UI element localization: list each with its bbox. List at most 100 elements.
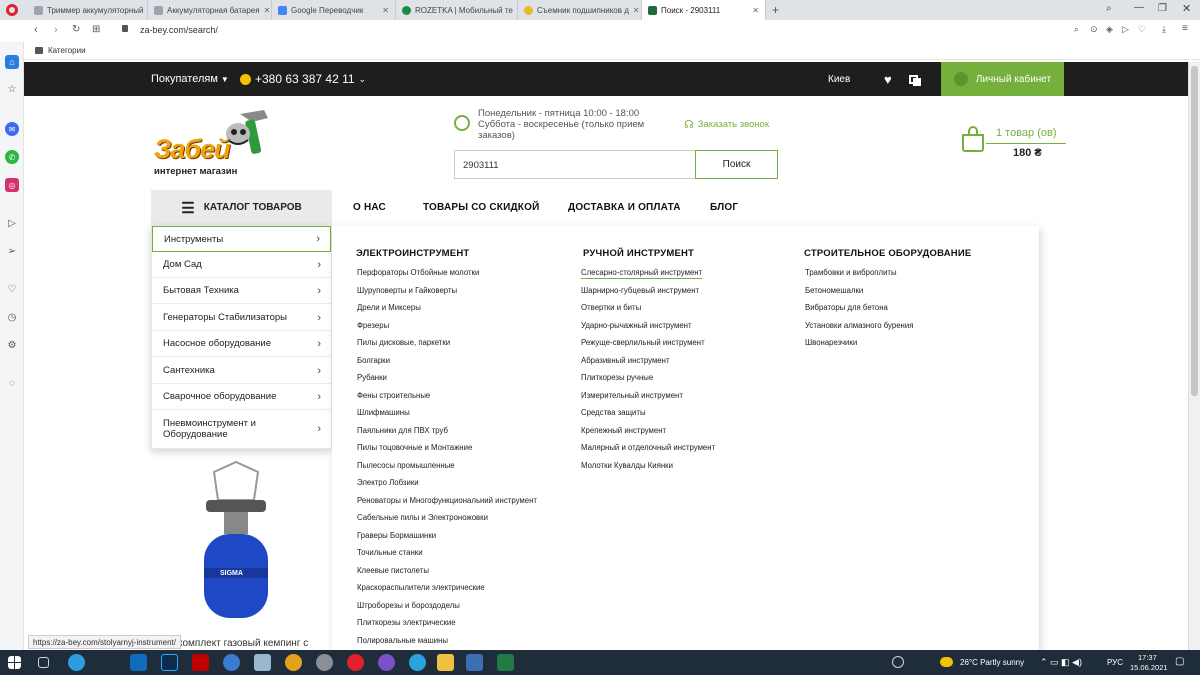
- browser-tab[interactable]: ROZETKA | Мобильный те✕: [396, 0, 518, 20]
- folder-icon[interactable]: [437, 654, 454, 671]
- forward-icon[interactable]: ›: [54, 24, 58, 36]
- mega-menu-link[interactable]: Установки алмазного бурения: [805, 321, 913, 330]
- tray-icons[interactable]: ⌃ ▭ ◧ ◀): [1040, 657, 1082, 668]
- shield-icon[interactable]: ◈: [1106, 24, 1113, 35]
- column-title-construction[interactable]: СТРОИТЕЛЬНОЕ ОБОРУДОВАНИЕ: [804, 248, 971, 259]
- category-item-pneumatic[interactable]: Пневмоинструмент и Оборудование ›: [152, 410, 331, 448]
- category-item-plumbing[interactable]: Сантехника ›: [152, 358, 331, 384]
- mega-menu-link[interactable]: Вибраторы для бетона: [805, 303, 888, 312]
- home-icon[interactable]: ⌂: [5, 55, 19, 69]
- camera-icon[interactable]: ⊙: [1090, 24, 1098, 35]
- chrome-icon[interactable]: [285, 654, 302, 671]
- scrollbar-thumb[interactable]: [1191, 66, 1198, 396]
- mega-menu-link[interactable]: Штроборезы и бороздоделы: [357, 601, 460, 610]
- heart-icon[interactable]: ♡: [5, 282, 19, 296]
- phone-dropdown[interactable]: +380 63 387 42 11 ⌄: [240, 62, 366, 96]
- close-window-button[interactable]: ✕: [1182, 2, 1191, 15]
- mega-menu-link[interactable]: Сабельные пилы и Электроножовки: [357, 513, 488, 522]
- category-item-pumps[interactable]: Насосное оборудование ›: [152, 331, 331, 357]
- close-icon[interactable]: ✕: [260, 6, 271, 15]
- mega-menu-link[interactable]: Реноваторы и Многофункциональний инструм…: [357, 496, 537, 505]
- column-title-hand-tools[interactable]: РУЧНОЙ ИНСТРУМЕНТ: [583, 248, 694, 259]
- mega-menu-link[interactable]: Паяльники для ПВХ труб: [357, 426, 448, 435]
- grid-icon[interactable]: ⊞: [92, 24, 100, 35]
- restore-button[interactable]: ❐: [1158, 3, 1167, 14]
- browser-tab[interactable]: Аккумуляторная батарея ✕: [148, 0, 272, 20]
- weather-icon[interactable]: [940, 657, 953, 667]
- category-item-instruments[interactable]: Инструменты ›: [152, 226, 331, 252]
- notification-icon[interactable]: ▢: [1175, 656, 1184, 667]
- site-logo[interactable]: Забей интернет магазин: [152, 106, 272, 177]
- mega-menu-link[interactable]: Рубанки: [357, 373, 387, 382]
- back-icon[interactable]: ‹: [34, 24, 38, 36]
- menu-item-about[interactable]: О НАС: [353, 190, 386, 224]
- mega-menu-link[interactable]: Фены строительные: [357, 391, 430, 400]
- mega-menu-link[interactable]: Измерительный инструмент: [581, 391, 683, 400]
- windows-start-icon[interactable]: [8, 656, 21, 669]
- callback-link[interactable]: ☊ Заказать звонок: [684, 118, 769, 131]
- mega-menu-link[interactable]: Режуще-сверлильный инструмент: [581, 338, 705, 347]
- column-title-power-tools[interactable]: ЭЛЕКТРОИНСТРУМЕНТ: [356, 248, 469, 259]
- menu-icon[interactable]: ≡: [1182, 23, 1188, 34]
- weather-text[interactable]: 26°C Partly sunny: [960, 658, 1024, 667]
- app-icon[interactable]: [316, 654, 333, 671]
- clock-date[interactable]: 15.06.2021: [1130, 663, 1168, 672]
- menu-item-delivery[interactable]: ДОСТАВКА И ОПЛАТА: [568, 190, 681, 224]
- mega-menu-link[interactable]: Пылесосы промышленные: [357, 461, 455, 470]
- personal-cabinet-button[interactable]: Личный кабинет: [941, 62, 1064, 96]
- mega-menu-link[interactable]: Полировальные машины: [357, 636, 448, 645]
- close-icon[interactable]: ✕: [378, 6, 389, 15]
- cart-count[interactable]: 1 товар (ов): [996, 127, 1057, 139]
- catalog-button[interactable]: ☰ КАТАЛОГ ТОВАРОВ: [151, 190, 332, 225]
- mega-menu-link[interactable]: Бетономешалки: [805, 286, 863, 295]
- close-icon[interactable]: ✕: [748, 6, 759, 15]
- mega-menu-link[interactable]: Крепежный инструмент: [581, 426, 666, 435]
- browser-tab-active[interactable]: Поиск - 2903111 ✕: [642, 0, 766, 20]
- search-tabs-icon[interactable]: ⌕: [1106, 3, 1112, 14]
- player-icon[interactable]: ▷: [5, 216, 19, 230]
- close-icon[interactable]: ✕: [629, 6, 640, 15]
- category-item-welding[interactable]: Сварочное оборудование ›: [152, 384, 331, 410]
- heart-icon[interactable]: ♡: [1138, 24, 1146, 35]
- bulb-icon[interactable]: ◌: [5, 376, 19, 390]
- viber-icon[interactable]: [378, 654, 395, 671]
- mega-menu-link[interactable]: Средства защиты: [581, 408, 646, 417]
- people-icon[interactable]: [892, 656, 904, 668]
- mega-menu-link[interactable]: Абразивный инструмент: [581, 356, 670, 365]
- reload-icon[interactable]: ↻: [72, 24, 80, 35]
- mega-menu-link[interactable]: Перфораторы Отбойные молотки: [357, 268, 479, 277]
- city-selector[interactable]: Киев: [828, 62, 850, 96]
- opera-taskbar-icon[interactable]: [347, 654, 364, 671]
- browser-tab[interactable]: Съемник подшипников д ✕: [518, 0, 642, 20]
- app-icon[interactable]: [223, 654, 240, 671]
- task-view-icon[interactable]: [38, 657, 49, 668]
- category-item-generators[interactable]: Генераторы Стабилизаторы ›: [152, 305, 331, 331]
- cart-icon[interactable]: [962, 134, 984, 152]
- app-icon[interactable]: [466, 654, 483, 671]
- photoshop-icon[interactable]: [161, 654, 178, 671]
- mega-menu-link[interactable]: Шлифмашины: [357, 408, 410, 417]
- filezilla-icon[interactable]: [192, 654, 209, 671]
- download-icon[interactable]: ⤓: [1162, 24, 1166, 35]
- whatsapp-icon[interactable]: ✆: [5, 150, 19, 164]
- minimize-button[interactable]: —: [1134, 2, 1144, 13]
- zoom-icon[interactable]: ⌕: [1074, 24, 1079, 35]
- mega-menu-link[interactable]: Граверы Бормашинки: [357, 531, 436, 540]
- mega-menu-link[interactable]: Плиткорезы электрические: [357, 618, 456, 627]
- bookmark-link[interactable]: Категории: [48, 46, 86, 55]
- opera-logo-icon[interactable]: [6, 4, 18, 16]
- browser-tab[interactable]: Триммер аккумуляторный✕: [28, 0, 148, 20]
- mega-menu-link[interactable]: Точильные станки: [357, 548, 423, 557]
- mega-menu-link[interactable]: Плиткорезы ручные: [581, 373, 653, 382]
- search-button[interactable]: Поиск: [695, 150, 778, 179]
- mega-menu-link[interactable]: Фрезеры: [357, 321, 389, 330]
- instagram-icon[interactable]: ◎: [5, 178, 19, 192]
- mega-menu-link[interactable]: Молотки Кувалды Киянки: [581, 461, 673, 470]
- compare-icon[interactable]: [909, 62, 921, 96]
- mail-icon[interactable]: [130, 654, 147, 671]
- mega-menu-link[interactable]: Малярный и отделочный инструмент: [581, 443, 715, 452]
- category-item-appliances[interactable]: Бытовая Техника ›: [152, 278, 331, 304]
- mega-menu-link[interactable]: Пилы тоцовочные и Монтажние: [357, 443, 472, 452]
- telegram-icon[interactable]: [409, 654, 426, 671]
- clock-time[interactable]: 17:37: [1138, 653, 1157, 662]
